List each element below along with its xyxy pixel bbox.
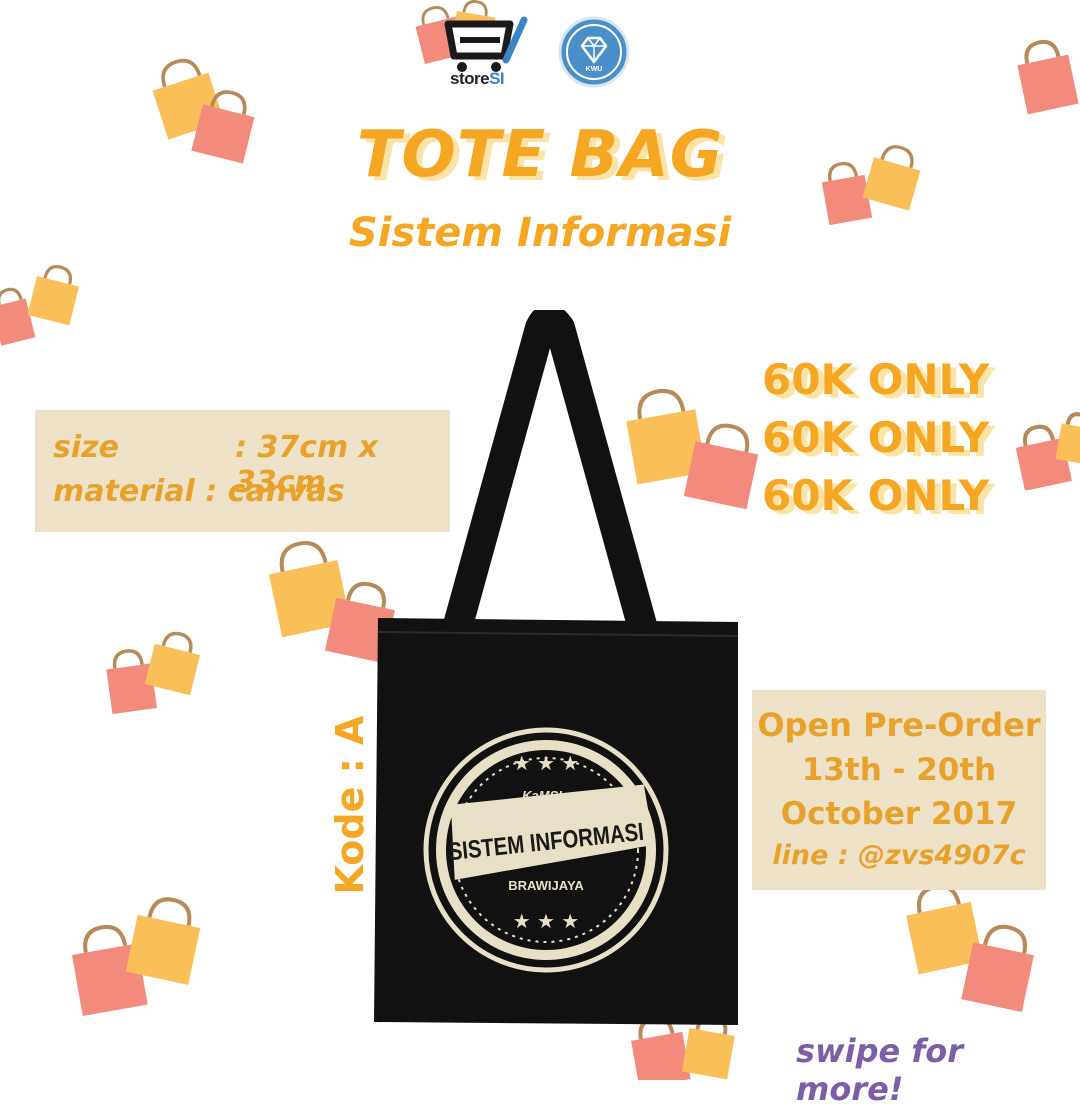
svg-text:★ ★ ★: ★ ★ ★ [513, 751, 580, 775]
price-line: 60K ONLY [762, 355, 990, 404]
price-line: 60K ONLY [762, 413, 990, 462]
preorder-box: Open Pre-Order 13th - 20th October 2017 … [752, 690, 1046, 890]
decorative-shopping-bags [105, 630, 200, 720]
decorative-shopping-bags [1015, 30, 1080, 120]
diamond-icon [558, 16, 630, 88]
decorative-shopping-bags [0, 262, 80, 352]
storesi-logo: storeSI [440, 14, 530, 94]
price-line: 60K ONLY [762, 471, 990, 520]
cart-icon [444, 16, 528, 72]
preorder-contact: line : @zvs4907c [772, 840, 1026, 871]
bag-brand-small: KaMSI [522, 788, 562, 803]
page-title: TOTE BAG [356, 118, 724, 192]
svg-text:★ ★ ★: ★ ★ ★ [513, 909, 580, 933]
preorder-dates: 13th - 20th [801, 752, 997, 788]
size-label: size [53, 430, 119, 465]
bag-sub-text: BRAWIJAYA [508, 878, 584, 893]
kwu-logo-text: KWU [585, 66, 603, 73]
page-subtitle: Sistem Informasi [348, 210, 732, 256]
preorder-heading: Open Pre-Order [757, 706, 1041, 744]
decorative-shopping-bags [1015, 410, 1080, 490]
logo-group: storeSI KWU [440, 14, 640, 94]
decorative-shopping-bags [72, 895, 202, 1025]
preorder-month-year: October 2017 [780, 796, 1018, 832]
storesi-logo-text: storeSI [450, 69, 505, 88]
tote-bag-image: ★ ★ ★ ★ ★ ★ KaMSI SISTEM INFORMASI BRAWI… [370, 304, 745, 1030]
bag-print-emblem: ★ ★ ★ ★ ★ ★ KaMSI SISTEM INFORMASI BRAWI… [423, 727, 669, 973]
material-line: material : canvas [53, 474, 345, 509]
swipe-prompt: swipe for more! [796, 1032, 964, 1108]
kwu-logo: KWU [558, 16, 630, 88]
decorative-shopping-bags [905, 880, 1035, 1015]
kode-label: Kode : A [328, 715, 372, 895]
